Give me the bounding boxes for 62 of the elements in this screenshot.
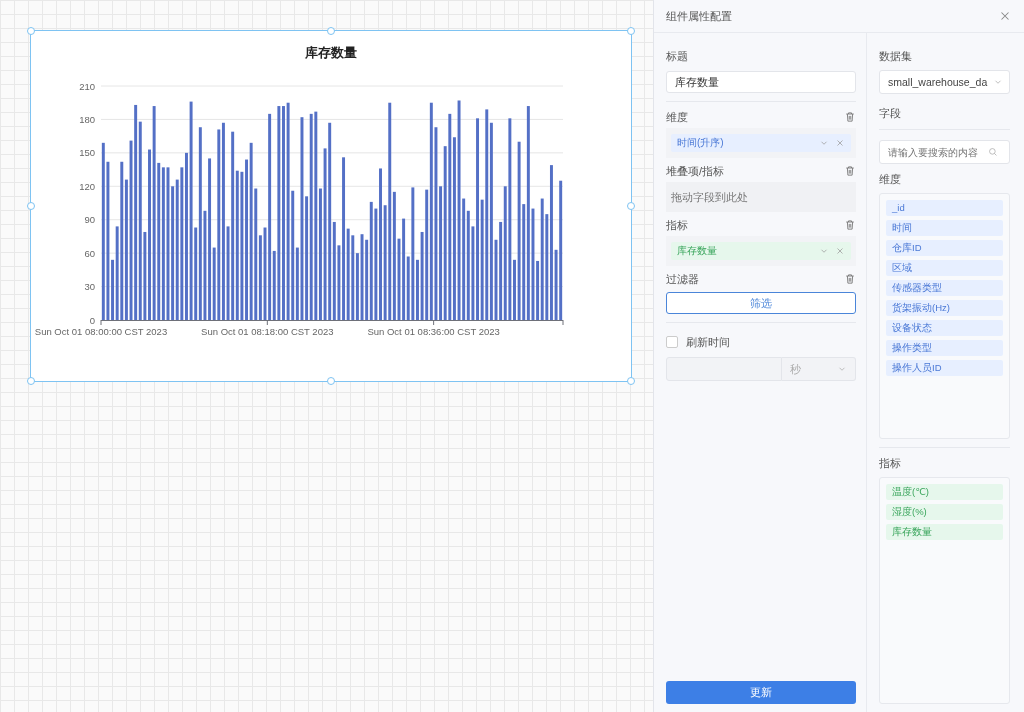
resize-handle[interactable]	[327, 377, 335, 385]
y-axis-label: 0	[89, 314, 95, 326]
panel-title: 组件属性配置	[666, 8, 732, 24]
delete-icon[interactable]	[844, 111, 856, 123]
checkbox-label: 刷新时间	[686, 334, 730, 350]
delete-icon[interactable]	[844, 165, 856, 177]
y-axis-label: 150	[79, 147, 95, 159]
field-item[interactable]: 仓库ID	[886, 240, 1003, 256]
resize-handle[interactable]	[627, 377, 635, 385]
field-item[interactable]: 操作类型	[886, 340, 1003, 356]
field-item[interactable]: 温度(℃)	[886, 484, 1003, 500]
field-label: 堆叠项/指标	[666, 163, 725, 179]
field-chip[interactable]: 时间(升序)	[671, 134, 851, 152]
search-input[interactable]: 请输入要搜索的内容	[888, 146, 988, 158]
delete-icon[interactable]	[844, 219, 856, 231]
y-axis-label: 90	[84, 214, 95, 226]
x-axis-label: Sun Oct 01 08:36:00 CST 2023	[367, 326, 500, 337]
title-input[interactable]: 库存数量	[666, 71, 856, 93]
field-label: 标题	[666, 48, 688, 64]
field-item[interactable]: 货架振动(Hz)	[886, 300, 1003, 316]
y-axis-label: 120	[79, 180, 95, 192]
field-label: 指标	[666, 217, 688, 233]
dataset-select[interactable]: small_warehouse_da	[879, 70, 1010, 94]
resize-handle[interactable]	[27, 27, 35, 35]
chart-card[interactable]: 库存数量 0 30 60 90 120 150 180 210 Sun Oct 01 08:00:00 CST 2023 Sun Oct 01 08:18:00 CST 2023 Sun Oct 01 08:36:00 CST 2023	[30, 30, 632, 382]
unit-select[interactable]: 秒	[782, 357, 856, 381]
field-item[interactable]: 传感器类型	[886, 280, 1003, 296]
filter-button[interactable]: 筛选	[666, 292, 856, 314]
y-axis-label: 30	[84, 281, 95, 293]
x-axis-label: Sun Oct 01 08:00:00 CST 2023	[34, 326, 168, 337]
field-item[interactable]: 操作人员ID	[886, 360, 1003, 376]
remove-icon[interactable]	[835, 246, 845, 256]
y-axis-label: 180	[79, 113, 95, 125]
field-label: 字段	[879, 106, 902, 121]
field-item[interactable]: 区域	[886, 260, 1003, 276]
chart-title: 库存数量	[305, 45, 357, 60]
field-item[interactable]: 设备状态	[886, 320, 1003, 336]
search-field[interactable]: 请输入要搜索的内容	[879, 140, 1010, 164]
field-label: 维度	[666, 109, 688, 125]
field-label: 数据集	[879, 49, 913, 64]
field-item[interactable]: 时间	[886, 220, 1003, 236]
field-label: 过滤器	[666, 271, 699, 287]
field-item[interactable]: 湿度(%)	[886, 504, 1003, 520]
remove-icon[interactable]	[835, 138, 845, 148]
x-axis-label: Sun Oct 01 08:18:00 CST 2023	[201, 326, 334, 337]
update-button[interactable]: 更新	[666, 681, 856, 704]
resize-handle[interactable]	[27, 377, 35, 385]
field-chip[interactable]: 库存数量	[671, 242, 851, 260]
field-item[interactable]: _id	[886, 200, 1003, 216]
resize-handle[interactable]	[627, 27, 635, 35]
drop-zone: 拖动字段到此处	[666, 182, 856, 212]
y-axis-label: 60	[84, 247, 95, 259]
checkbox[interactable]	[666, 336, 678, 348]
field-label: 指标	[879, 456, 902, 471]
resize-handle[interactable]	[627, 202, 635, 210]
field-item[interactable]: 库存数量	[886, 524, 1003, 540]
field-label: 维度	[879, 172, 902, 187]
resize-handle[interactable]	[27, 202, 35, 210]
delete-icon[interactable]	[844, 273, 856, 285]
y-axis-label: 210	[79, 80, 95, 92]
search-icon	[988, 147, 998, 157]
resize-handle[interactable]	[327, 27, 335, 35]
